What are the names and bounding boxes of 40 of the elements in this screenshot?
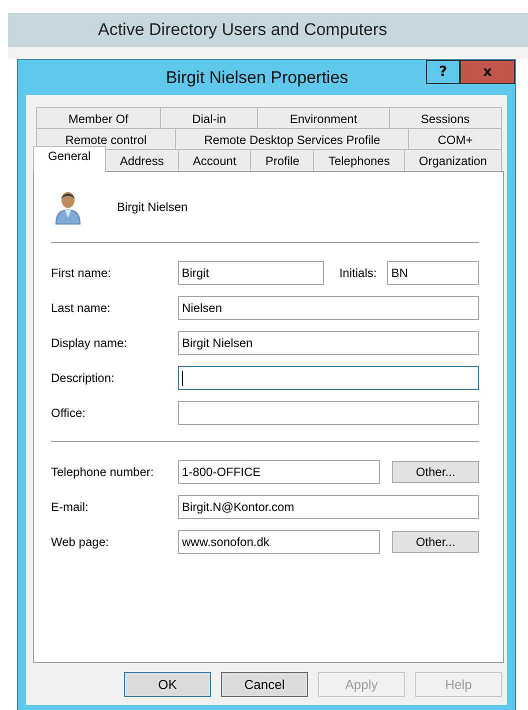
text-field[interactable]: 1-800-OFFICE [178,460,380,484]
tab[interactable]: Environment [257,107,390,129]
field-label: Display name: [51,336,128,350]
help-button[interactable]: ? [426,60,460,84]
text-field[interactable]: Nielsen [178,296,479,320]
tab[interactable]: Sessions [388,107,502,129]
field-label: First name: [51,266,112,280]
close-button[interactable]: x [460,60,515,84]
dialog-button[interactable]: Cancel [221,672,308,697]
user-icon [55,189,81,225]
field-label: Description: [51,371,116,385]
window-title: Active Directory Users and Computers [8,13,528,47]
field-label: E-mail: [51,500,90,514]
tab[interactable]: Member Of [36,107,161,129]
text-field[interactable]: Birgit Nielsen [178,331,479,355]
tab[interactable]: General [33,146,106,172]
tab[interactable]: Organization [404,149,502,171]
other-button[interactable]: Other... [392,531,479,553]
dialog-title: Birgit Nielsen Properties [164,67,350,88]
field-label: Initials: [339,266,378,280]
tab[interactable]: Profile [250,149,314,171]
field-label: Last name: [51,301,112,315]
field-label: Web page: [51,535,110,549]
dialog-button[interactable]: OK [124,672,211,697]
other-button[interactable]: Other... [392,461,479,483]
field-label: Telephone number: [51,465,155,479]
text-field[interactable]: Birgit [178,261,324,285]
tab[interactable]: Account [178,149,252,171]
text-field[interactable]: www.sonofon.dk [178,530,380,554]
user-name: Birgit Nielsen [117,200,188,214]
text-field[interactable]: Birgit.N@Kontor.com [178,495,479,519]
tab[interactable]: Telephones [313,149,405,171]
tab[interactable]: COM+ [408,128,502,150]
text-field[interactable]: BN [387,261,479,285]
tab[interactable]: Remote Desktop Services Profile [174,128,410,150]
field-label: Office: [51,406,86,420]
tab[interactable]: Address [104,149,179,171]
text-field[interactable] [178,366,479,390]
tab[interactable]: Dial-in [160,107,258,129]
text-field[interactable] [178,401,479,425]
